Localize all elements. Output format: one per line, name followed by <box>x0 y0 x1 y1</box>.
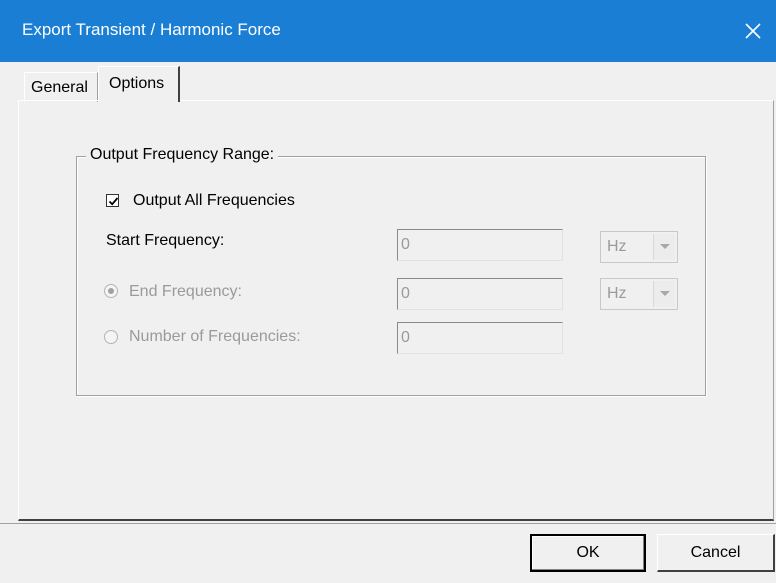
ok-button-label: OK <box>576 544 600 561</box>
chevron-down-icon <box>653 281 675 307</box>
cancel-button-label: Cancel <box>690 543 741 561</box>
close-icon <box>745 23 761 39</box>
number-of-frequencies-radio[interactable] <box>104 330 118 344</box>
ok-button[interactable]: OK <box>530 534 646 572</box>
end-frequency-radio[interactable] <box>104 284 118 298</box>
chevron-down-icon <box>653 234 675 260</box>
tab-general[interactable]: General <box>24 72 98 102</box>
radio-selected-dot <box>108 288 114 294</box>
number-of-frequencies-label: Number of Frequencies: <box>129 328 301 345</box>
output-all-frequencies-label[interactable]: Output All Frequencies <box>133 192 295 210</box>
start-frequency-unit-value: Hz <box>607 238 627 255</box>
output-all-frequencies-checkbox[interactable] <box>106 194 119 207</box>
number-of-frequencies-input[interactable]: 0 <box>397 322 563 354</box>
start-frequency-label: Start Frequency: <box>106 232 225 249</box>
tab-options-label: Options <box>109 75 165 92</box>
close-button[interactable] <box>730 0 776 62</box>
end-frequency-input[interactable]: 0 <box>397 278 563 310</box>
end-frequency-unit-select[interactable]: Hz <box>600 278 678 310</box>
check-icon <box>108 197 119 206</box>
end-frequency-label: End Frequency: <box>129 283 242 300</box>
tab-general-label: General <box>31 79 88 96</box>
start-frequency-unit-select[interactable]: Hz <box>600 231 678 263</box>
title-bar: Export Transient / Harmonic Force <box>0 0 776 62</box>
cancel-button[interactable]: Cancel <box>657 534 775 572</box>
end-frequency-unit-value: Hz <box>607 285 627 302</box>
start-frequency-input[interactable]: 0 <box>397 229 563 261</box>
group-title: Output Frequency Range: <box>86 146 279 164</box>
window-title: Export Transient / Harmonic Force <box>22 20 281 39</box>
footer-divider <box>0 523 776 524</box>
tab-options[interactable]: Options <box>98 66 180 102</box>
